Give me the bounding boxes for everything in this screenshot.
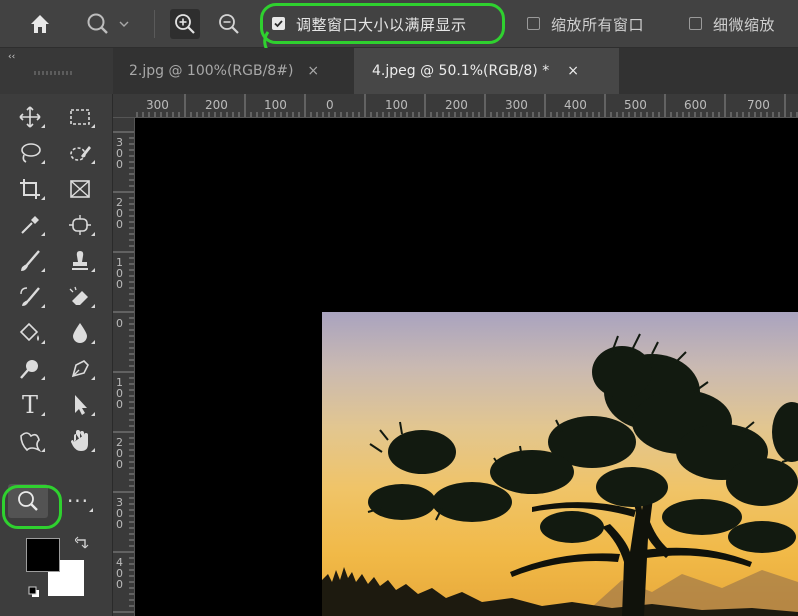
- ruler-label: 4 0 0: [116, 556, 123, 591]
- ruler-label: 600: [684, 98, 707, 112]
- tab-label: 2.jpg @ 100%(RGB/8#): [129, 63, 294, 79]
- vertical-ruler[interactable]: 3 0 0 2 0 0 1 0 0 0 1 0 0 2 0 0 3 0 0 4 …: [113, 118, 135, 616]
- spot-healing-tool-icon[interactable]: [60, 208, 100, 242]
- ruler-label: 700: [747, 98, 770, 112]
- zoom-in-icon[interactable]: [168, 0, 202, 48]
- eraser-tool-icon[interactable]: [60, 280, 100, 314]
- home-icon[interactable]: [20, 0, 60, 48]
- tree-silhouette: [322, 333, 798, 616]
- clone-stamp-tool-icon[interactable]: [60, 244, 100, 278]
- crop-tool-icon[interactable]: [10, 172, 50, 206]
- ruler-label: 2 0 0: [116, 196, 123, 231]
- blur-tool-icon[interactable]: [60, 316, 100, 350]
- ruler-label: 3 0 0: [116, 136, 123, 171]
- ruler-label: 200: [205, 98, 228, 112]
- dodge-tool-icon[interactable]: [10, 352, 50, 386]
- tab-2-jpg[interactable]: 2.jpg @ 100%(RGB/8#) ×: [113, 48, 354, 94]
- lasso-tool-icon[interactable]: [10, 136, 50, 170]
- frame-tool-icon[interactable]: [60, 172, 100, 206]
- default-colors-icon[interactable]: [28, 586, 40, 598]
- scrubby-zoom-label[interactable]: 细微缩放: [713, 14, 775, 35]
- marquee-tool-icon[interactable]: [60, 100, 100, 134]
- ruler-label: 200: [445, 98, 468, 112]
- grip-handle[interactable]: [34, 71, 74, 75]
- collapse-icon[interactable]: ‹‹: [8, 52, 15, 62]
- move-tool-icon[interactable]: [10, 100, 50, 134]
- quick-select-tool-icon[interactable]: [60, 136, 100, 170]
- ruler-label: 0: [326, 98, 334, 112]
- history-brush-tool-icon[interactable]: [10, 280, 50, 314]
- tab-4-jpeg[interactable]: 4.jpeg @ 50.1%(RGB/8) * ×: [354, 48, 619, 94]
- tab-close-icon[interactable]: ×: [567, 63, 579, 79]
- ruler-label: 2 0 0: [116, 436, 123, 471]
- ruler-label: 100: [385, 98, 408, 112]
- foreground-color-swatch[interactable]: [26, 538, 60, 572]
- tab-label: 4.jpeg @ 50.1%(RGB/8) *: [372, 63, 550, 79]
- swap-colors-icon[interactable]: [75, 536, 89, 550]
- ruler-label: 400: [564, 98, 587, 112]
- tab-close-icon[interactable]: ×: [307, 63, 319, 79]
- scrubby-zoom-checkbox[interactable]: [689, 17, 702, 30]
- vruler-ticks: [113, 131, 134, 613]
- zoom-all-windows-checkbox[interactable]: [527, 17, 540, 30]
- ruler-label: 300: [146, 98, 169, 112]
- horizontal-ruler[interactable]: 300 200 100 0 100 200 300 400 500 600 70…: [113, 94, 798, 118]
- ruler-label: 0: [116, 317, 123, 330]
- ruler-label: 300: [505, 98, 528, 112]
- ruler-label: 1 0 0: [116, 376, 123, 411]
- sunset-tree-photo: [322, 312, 798, 616]
- pen-tool-icon[interactable]: [60, 352, 100, 386]
- highlight-resize-option: [260, 3, 505, 44]
- zoom-preset-icon[interactable]: [82, 0, 136, 48]
- ruler-label: 500: [624, 98, 647, 112]
- path-select-tool-icon[interactable]: [60, 388, 100, 422]
- ruler-label: 1 0 0: [116, 256, 123, 291]
- document-tab-bar: 2.jpg @ 100%(RGB/8#) × 4.jpeg @ 50.1%(RG…: [113, 48, 798, 94]
- more-tools-icon[interactable]: ···: [58, 484, 98, 518]
- tools-panel-header: ‹‹: [0, 48, 113, 94]
- ruler-label: 100: [264, 98, 287, 112]
- tools-panel: ‹‹ T ···: [0, 48, 113, 616]
- zoom-all-windows-label[interactable]: 缩放所有窗口: [551, 14, 644, 35]
- brush-tool-icon[interactable]: [10, 244, 50, 278]
- type-tool-icon[interactable]: T: [10, 388, 50, 422]
- shape-tool-icon[interactable]: [10, 424, 50, 458]
- hand-tool-icon[interactable]: [60, 424, 100, 458]
- document-canvas[interactable]: [135, 118, 798, 616]
- zoom-out-icon[interactable]: [212, 0, 246, 48]
- ruler-label: 3 0 0: [116, 496, 123, 531]
- paint-bucket-tool-icon[interactable]: [10, 316, 50, 350]
- eyedropper-tool-icon[interactable]: [10, 208, 50, 242]
- highlight-zoom-tool: [2, 485, 62, 529]
